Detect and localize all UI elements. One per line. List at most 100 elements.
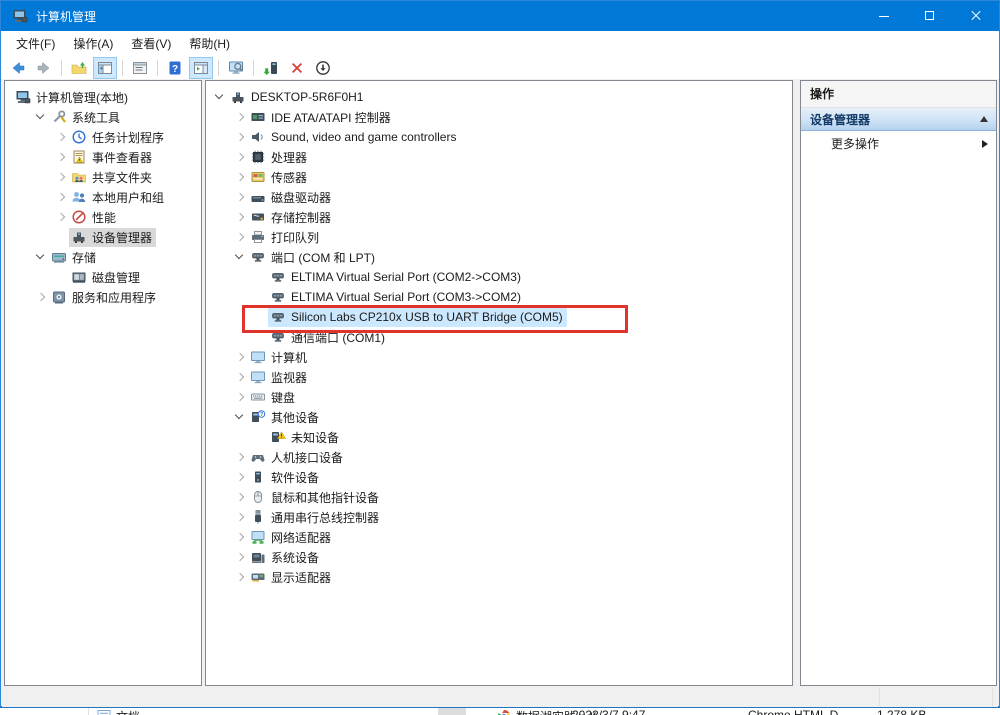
storage-icon (51, 249, 67, 265)
submenu-arrow-icon (982, 140, 988, 148)
export-list-button[interactable] (67, 57, 91, 79)
device-item-16[interactable]: ?其他设备 (206, 407, 792, 427)
sidebar-item-6[interactable]: 性能 (5, 207, 201, 227)
more-actions-label: 更多操作 (831, 135, 879, 152)
close-button[interactable] (953, 1, 999, 31)
console-window-button[interactable] (224, 57, 248, 79)
minimize-button[interactable] (861, 1, 907, 31)
chevron-down-icon[interactable] (212, 89, 228, 105)
more-actions-item[interactable]: 更多操作 (801, 131, 996, 156)
menu-item-2[interactable]: 查看(V) (122, 32, 180, 55)
forward-button[interactable] (32, 57, 56, 79)
tree-item-content: 打印队列 (248, 228, 323, 247)
device-item-22[interactable]: 网络适配器 (206, 527, 792, 547)
maximize-button[interactable] (907, 1, 953, 31)
chevron-right-icon[interactable] (53, 189, 69, 205)
device-item-6[interactable]: 存储控制器 (206, 207, 792, 227)
red-annotation-box (242, 305, 628, 333)
device-item-9[interactable]: ELTIMA Virtual Serial Port (COM2->COM3) (206, 267, 792, 287)
collapse-arrow-icon[interactable] (980, 116, 988, 122)
sidebar-item-3[interactable]: 事件查看器 (5, 147, 201, 167)
chevron-right-icon[interactable] (33, 289, 49, 305)
device-item-20[interactable]: 鼠标和其他指针设备 (206, 487, 792, 507)
sidebar-item-9[interactable]: 磁盘管理 (5, 267, 201, 287)
sidebar-item-5[interactable]: 本地用户和组 (5, 187, 201, 207)
chevron-down-icon[interactable] (33, 249, 49, 265)
help-button[interactable]: ? (163, 57, 187, 79)
computer-management-icon (12, 8, 28, 24)
sidebar-item-8[interactable]: 存储 (5, 247, 201, 267)
device-item-5[interactable]: 磁盘驱动器 (206, 187, 792, 207)
bg-nav-item-documents[interactable]: 文档 (96, 708, 140, 715)
tree-item-label: 任务计划程序 (92, 129, 164, 146)
show-action-pane-button[interactable] (189, 57, 213, 79)
hid-icon (250, 449, 266, 465)
sidebar-item-1[interactable]: 系统工具 (5, 107, 201, 127)
menu-item-3[interactable]: 帮助(H) (180, 32, 239, 55)
chevron-right-icon[interactable] (53, 209, 69, 225)
device-item-1[interactable]: IDE ATA/ATAPI 控制器 (206, 107, 792, 127)
device-item-7[interactable]: 打印队列 (206, 227, 792, 247)
services-apps-icon (51, 289, 67, 305)
device-item-8[interactable]: 端口 (COM 和 LPT) (206, 247, 792, 267)
device-item-3[interactable]: 处理器 (206, 147, 792, 167)
device-item-23[interactable]: 系统设备 (206, 547, 792, 567)
device-item-10[interactable]: ELTIMA Virtual Serial Port (COM3->COM2) (206, 287, 792, 307)
chevron-right-icon[interactable] (232, 389, 248, 405)
show-console-tree-button[interactable] (93, 57, 117, 79)
device-item-21[interactable]: 通用串行总线控制器 (206, 507, 792, 527)
sidebar-item-4[interactable]: 共享文件夹 (5, 167, 201, 187)
chevron-right-icon[interactable] (232, 209, 248, 225)
device-item-0[interactable]: DESKTOP-5R6F0H1 (206, 87, 792, 107)
device-item-24[interactable]: 显示适配器 (206, 567, 792, 587)
device-item-2[interactable]: Sound, video and game controllers (206, 127, 792, 147)
device-item-14[interactable]: 监视器 (206, 367, 792, 387)
chevron-down-icon[interactable] (33, 109, 49, 125)
chevron-down-icon[interactable] (232, 409, 248, 425)
chevron-right-icon[interactable] (232, 349, 248, 365)
chevron-right-icon[interactable] (232, 229, 248, 245)
chevron-down-icon[interactable] (232, 249, 248, 265)
device-item-17[interactable]: 未知设备 (206, 427, 792, 447)
chevron-right-icon[interactable] (232, 569, 248, 585)
device-item-18[interactable]: 人机接口设备 (206, 447, 792, 467)
chevron-right-icon[interactable] (232, 449, 248, 465)
update-driver-button[interactable] (311, 57, 335, 79)
chevron-right-icon[interactable] (232, 369, 248, 385)
chevron-right-icon[interactable] (53, 169, 69, 185)
menu-item-1[interactable]: 操作(A) (64, 32, 122, 55)
sidebar-item-0[interactable]: 计算机管理(本地) (5, 87, 201, 107)
actions-group-device-manager[interactable]: 设备管理器 (801, 108, 996, 131)
chevron-right-icon[interactable] (232, 469, 248, 485)
chevron-right-icon[interactable] (53, 149, 69, 165)
toolbar-separator (157, 60, 158, 76)
chevron-right-icon[interactable] (232, 489, 248, 505)
device-item-19[interactable]: 软件设备 (206, 467, 792, 487)
chevron-right-icon[interactable] (232, 149, 248, 165)
bg-divider (88, 708, 89, 715)
chevron-right-icon[interactable] (53, 129, 69, 145)
sidebar-item-2[interactable]: 任务计划程序 (5, 127, 201, 147)
chevron-right-icon[interactable] (232, 549, 248, 565)
chevron-right-icon[interactable] (232, 509, 248, 525)
chevron-right-icon[interactable] (232, 169, 248, 185)
chevron-right-icon[interactable] (232, 109, 248, 125)
chevron-right-icon[interactable] (232, 129, 248, 145)
title-bar[interactable]: 计算机管理 (1, 1, 999, 31)
tree-item-label: ELTIMA Virtual Serial Port (COM2->COM3) (291, 270, 521, 284)
device-item-15[interactable]: 键盘 (206, 387, 792, 407)
chevron-right-icon[interactable] (232, 529, 248, 545)
device-item-13[interactable]: 计算机 (206, 347, 792, 367)
menu-item-0[interactable]: 文件(F) (7, 32, 64, 55)
disable-device-button[interactable] (285, 57, 309, 79)
device-tree-panel: DESKTOP-5R6F0H1IDE ATA/ATAPI 控制器Sound, v… (205, 80, 793, 686)
tree-item-label: 传感器 (271, 169, 307, 186)
properties-button[interactable] (128, 57, 152, 79)
device-item-4[interactable]: 传感器 (206, 167, 792, 187)
chevron-right-icon[interactable] (232, 189, 248, 205)
sidebar-item-10[interactable]: 服务和应用程序 (5, 287, 201, 307)
sidebar-item-7[interactable]: 设备管理器 (5, 227, 201, 247)
scan-hardware-button[interactable] (259, 57, 283, 79)
tree-item-content: 鼠标和其他指针设备 (248, 488, 383, 507)
back-button[interactable] (6, 57, 30, 79)
